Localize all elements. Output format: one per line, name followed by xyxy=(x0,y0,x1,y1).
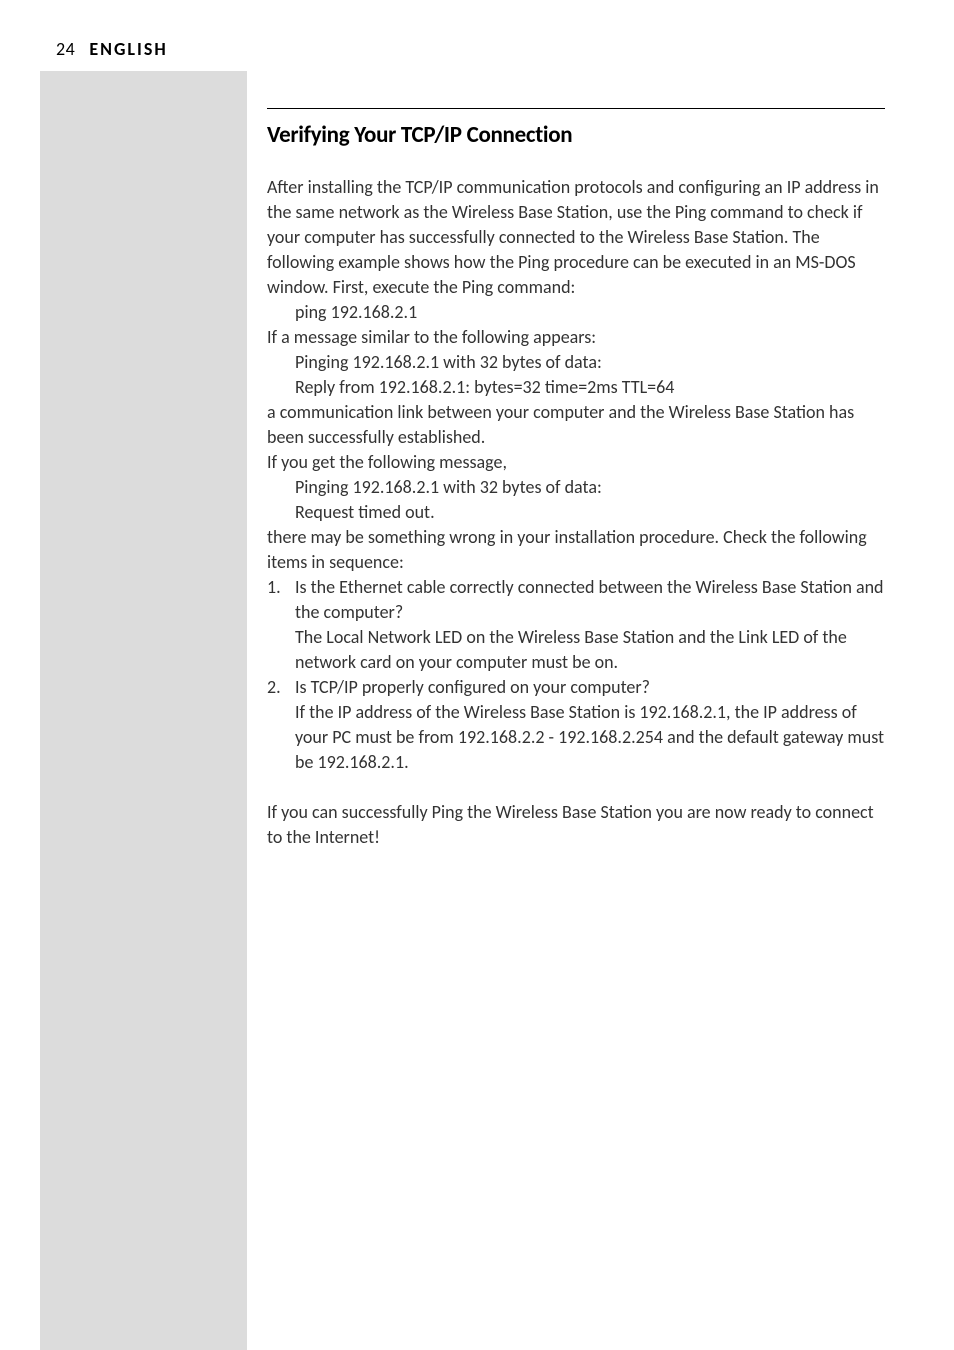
list-item-1: 1. Is the Ethernet cable correctly conne… xyxy=(267,575,885,675)
closing-paragraph: If you can successfully Ping the Wireles… xyxy=(267,800,885,850)
list-marker-2: 2. xyxy=(267,675,295,775)
section-rule xyxy=(267,108,885,109)
language-label: ENGLISH xyxy=(89,38,167,60)
item1-question: Is the Ethernet cable correctly connecte… xyxy=(295,576,884,623)
failure-output-line2: Request timed out. xyxy=(295,500,885,525)
if-failure-text: If you get the following message, xyxy=(267,450,885,475)
item2-question: Is TCP/IP properly configured on your co… xyxy=(295,676,650,698)
section-title: Verifying Your TCP/IP Connection xyxy=(267,121,885,149)
list-marker-1: 1. xyxy=(267,575,295,675)
left-sidebar xyxy=(40,71,247,1350)
failure-output-line1: Pinging 192.168.2.1 with 32 bytes of dat… xyxy=(295,475,885,500)
page-number: 24 xyxy=(56,38,75,60)
success-conclusion: a communication link between your comput… xyxy=(267,400,885,450)
list-item-2: 2. Is TCP/IP properly configured on your… xyxy=(267,675,885,775)
failure-conclusion: there may be something wrong in your ins… xyxy=(267,525,885,575)
success-output-line2: Reply from 192.168.2.1: bytes=32 time=2m… xyxy=(295,375,885,400)
main-content: Verifying Your TCP/IP Connection After i… xyxy=(267,108,885,850)
body-text: After installing the TCP/IP communicatio… xyxy=(267,175,885,850)
success-output-line1: Pinging 192.168.2.1 with 32 bytes of dat… xyxy=(295,350,885,375)
item1-answer: The Local Network LED on the Wireless Ba… xyxy=(295,626,847,673)
item2-answer: If the IP address of the Wireless Base S… xyxy=(295,701,884,773)
ping-command: ping 192.168.2.1 xyxy=(295,300,885,325)
if-success-text: If a message similar to the following ap… xyxy=(267,325,885,350)
intro-paragraph: After installing the TCP/IP communicatio… xyxy=(267,175,885,300)
page-header: 24 ENGLISH xyxy=(56,38,168,60)
